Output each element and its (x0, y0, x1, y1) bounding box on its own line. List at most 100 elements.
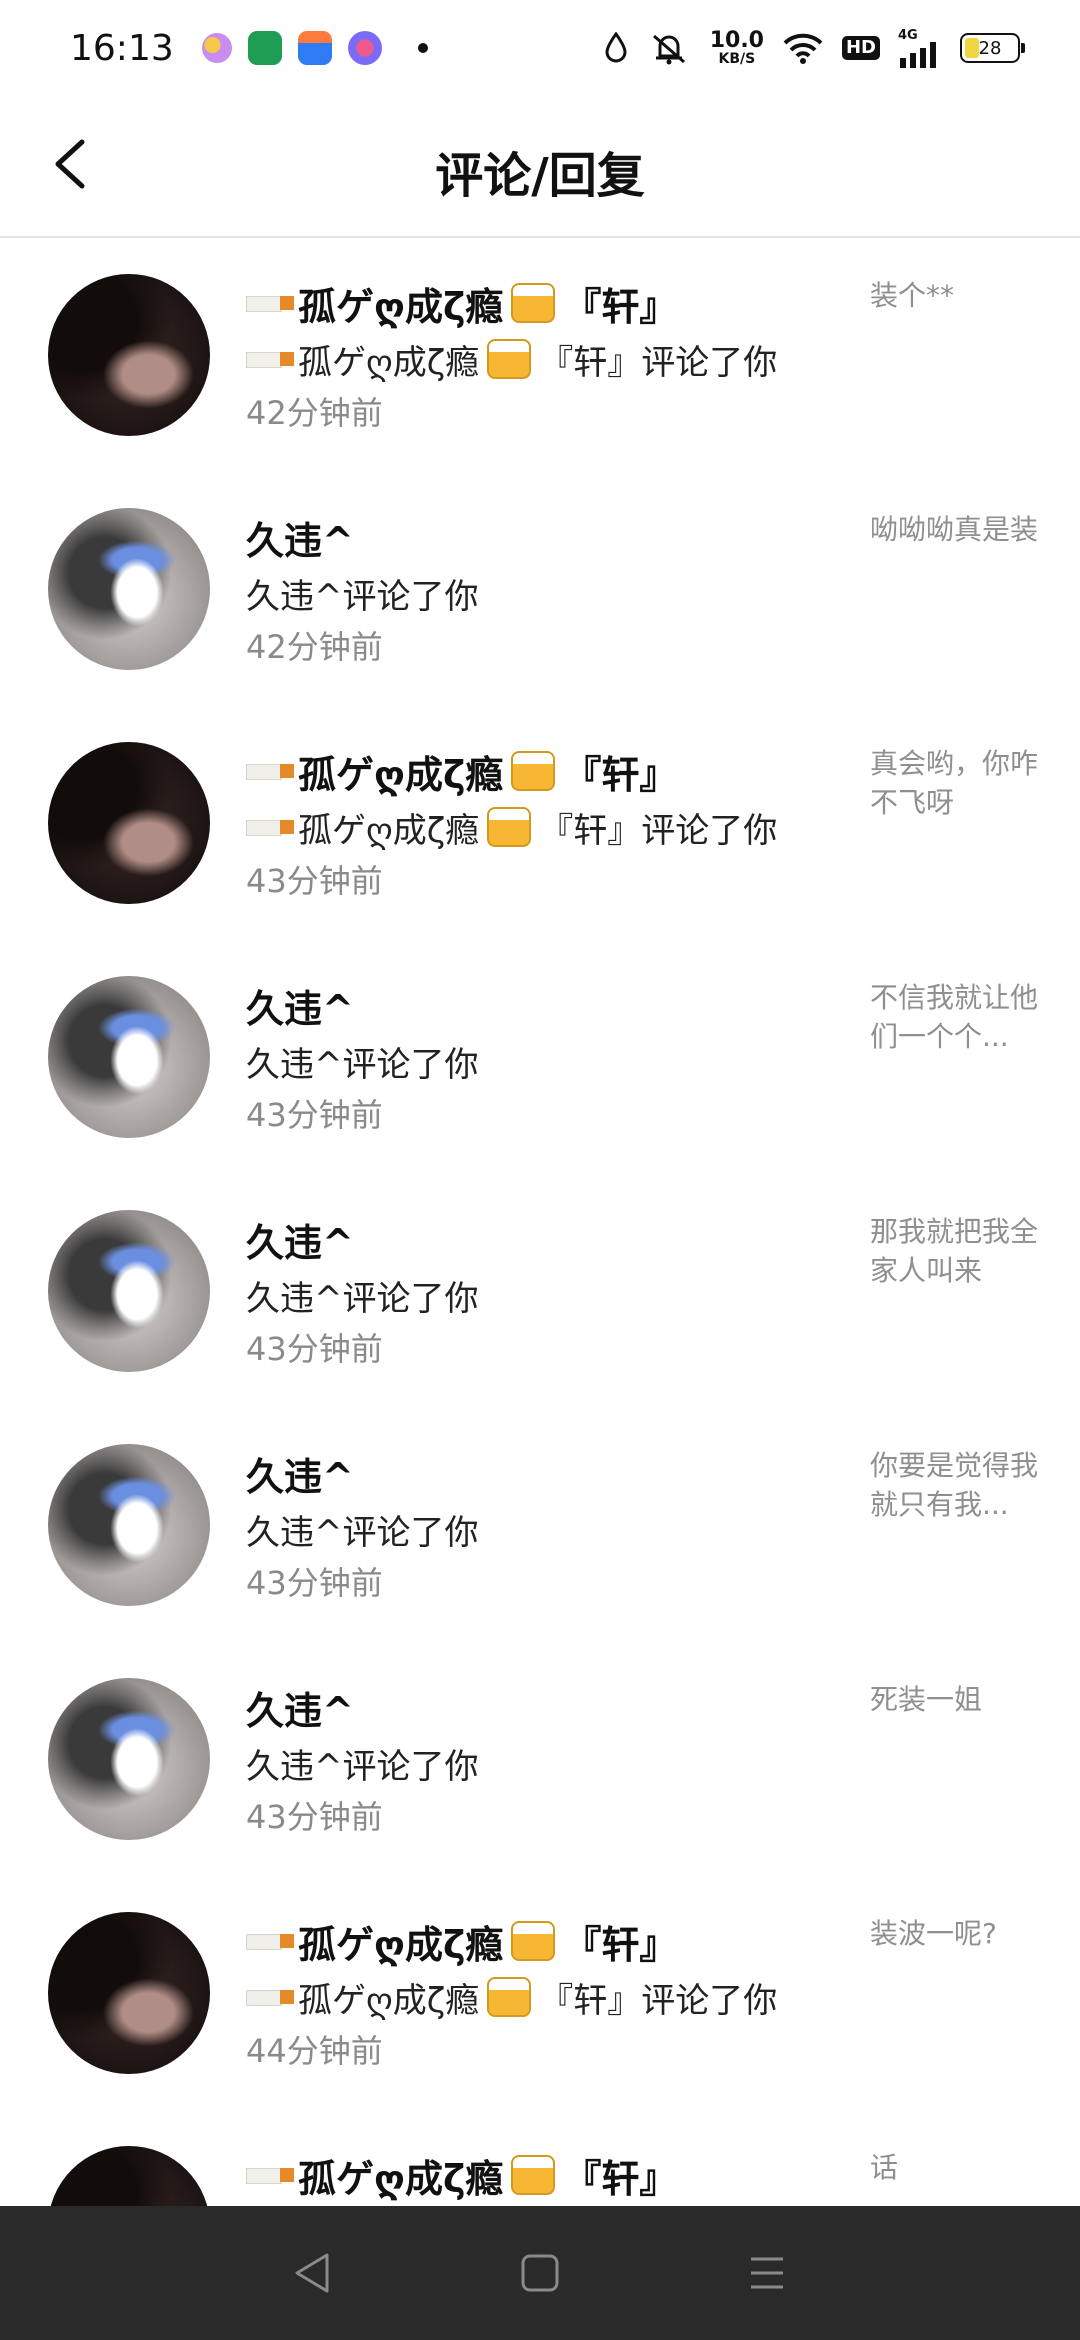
notification-row[interactable]: 久违^ 久违^ 评论了你 42分钟前 呦呦呦真是装 (0, 474, 1080, 708)
user-name: 孤ゲღ成ζ瘾 『轩』 (246, 274, 677, 332)
page-header: 评论/回复 (0, 96, 1080, 238)
oppo-app-icon (247, 31, 282, 65)
hd-voice-badge: HD (841, 36, 880, 60)
user-name-text: 久违^ (246, 986, 354, 1031)
notification-text: 久违^ 评论了你 (246, 1036, 479, 1086)
action-text: 评论了你 (342, 1278, 479, 1319)
comment-preview[interactable]: 装波一呢? (870, 1914, 1040, 1953)
nav-back-icon (295, 2253, 329, 2293)
status-indicators: 10.0 KB/S HD 4G 28 (604, 27, 1025, 68)
action-text: 评论了你 (641, 1980, 778, 2021)
actor-name: 久违^ (246, 1746, 343, 1787)
action-text: 评论了你 (641, 342, 778, 383)
avatar[interactable] (48, 1210, 210, 1372)
beer-emoji-icon (511, 2155, 556, 2195)
actor-name: 孤ゲღ成ζ瘾 (298, 810, 480, 851)
nav-menu-button[interactable] (737, 2243, 797, 2303)
nav-back-button[interactable] (283, 2243, 343, 2303)
timestamp: 43分钟前 (246, 1798, 383, 1836)
action-text: 评论了你 (342, 1746, 479, 1787)
user-name: 久违^ (246, 976, 354, 1034)
network-type: 4G (898, 27, 918, 43)
comment-preview[interactable]: 你要是觉得我就只有我... (870, 1446, 1040, 1524)
water-drop-icon (605, 32, 627, 63)
notification-row[interactable]: 孤ゲღ成ζ瘾 『轩』 孤ゲღ成ζ瘾 『轩』 评论了你 43分钟前 真会哟，你咋不飞呀 (0, 708, 1080, 942)
network-speed-value: 10.0 (709, 28, 764, 53)
user-name: 久违^ (246, 1210, 354, 1268)
user-name: 孤ゲღ成ζ瘾 『轩』 (246, 2146, 677, 2204)
timestamp: 43分钟前 (246, 1096, 383, 1134)
actor-name-suffix: 『轩』 (539, 1980, 642, 2021)
comment-reply-list: 孤ゲღ成ζ瘾 『轩』 孤ゲღ成ζ瘾 『轩』 评论了你 42分钟前 装个** 久违^ 久违^ 评论了… (0, 240, 1080, 2340)
actor-name: 久违^ (246, 1278, 343, 1319)
notification-icons (201, 31, 428, 65)
user-name-text: 孤ゲღ成ζ瘾 (298, 284, 504, 329)
cigarette-emoji-icon (246, 296, 294, 312)
action-text: 评论了你 (342, 1512, 479, 1553)
comment-preview[interactable]: 真会哟，你咋不飞呀 (870, 744, 1040, 822)
actor-name-suffix: 『轩』 (539, 342, 642, 383)
comment-preview[interactable]: 呦呦呦真是装 (870, 510, 1040, 549)
user-name: 久违^ (246, 1444, 354, 1502)
notification-text: 久违^ 评论了你 (246, 568, 479, 618)
wifi-icon (783, 33, 823, 64)
action-text: 评论了你 (641, 810, 778, 851)
cigarette-emoji-icon (246, 1990, 294, 2006)
status-bar: 16:13 10.0 KB/S HD 4G 28 (0, 0, 1080, 96)
actor-name-suffix: 『轩』 (539, 810, 642, 851)
beer-emoji-icon (487, 807, 532, 847)
user-name-suffix: 『轩』 (563, 1922, 678, 1967)
comment-preview[interactable]: 装个** (870, 276, 1040, 315)
avatar[interactable] (48, 508, 210, 670)
actor-name: 孤ゲღ成ζ瘾 (298, 342, 480, 383)
avatar[interactable] (48, 1678, 210, 1840)
network-speed-unit: KB/S (718, 51, 756, 67)
timestamp: 43分钟前 (246, 862, 383, 900)
avatar[interactable] (48, 742, 210, 904)
actor-name: 久违^ (246, 1512, 343, 1553)
notification-row[interactable]: 久违^ 久违^ 评论了你 43分钟前 那我就把我全家人叫来 (0, 1176, 1080, 1410)
avatar[interactable] (48, 1912, 210, 2074)
timestamp: 44分钟前 (246, 2032, 383, 2070)
user-name-text: 久违^ (246, 1688, 354, 1733)
avatar[interactable] (48, 274, 210, 436)
comment-preview[interactable]: 话 (870, 2148, 1040, 2187)
actor-name: 久违^ (246, 576, 343, 617)
cigarette-emoji-icon (246, 820, 294, 836)
comment-preview[interactable]: 不信我就让他们一个个... (870, 978, 1040, 1056)
battery-icon: 28 (960, 33, 1025, 63)
notification-row[interactable]: 孤ゲღ成ζ瘾 『轩』 孤ゲღ成ζ瘾 『轩』 评论了你 44分钟前 装波一呢? (0, 1878, 1080, 2112)
timestamp: 42分钟前 (246, 628, 383, 666)
nav-menu-icon (750, 2257, 783, 2289)
cigarette-emoji-icon (246, 764, 294, 780)
user-name-text: 孤ゲღ成ζ瘾 (298, 752, 504, 797)
avatar[interactable] (48, 976, 210, 1138)
wallet-app-icon (297, 31, 332, 65)
notification-row[interactable]: 久违^ 久违^ 评论了你 43分钟前 你要是觉得我就只有我... (0, 1410, 1080, 1644)
beer-emoji-icon (487, 339, 532, 379)
beer-emoji-icon (511, 1921, 556, 1961)
user-name: 孤ゲღ成ζ瘾 『轩』 (246, 1912, 677, 1970)
avatar[interactable] (48, 1444, 210, 1606)
comment-preview[interactable]: 那我就把我全家人叫来 (870, 1212, 1040, 1290)
notification-row[interactable]: 孤ゲღ成ζ瘾 『轩』 孤ゲღ成ζ瘾 『轩』 评论了你 42分钟前 装个** (0, 240, 1080, 474)
comment-preview[interactable]: 死装一姐 (870, 1680, 1040, 1719)
user-name-text: 久违^ (246, 518, 354, 563)
action-text: 评论了你 (342, 1044, 479, 1085)
user-name: 久违^ (246, 1678, 354, 1736)
notification-text: 孤ゲღ成ζ瘾 『轩』 评论了你 (246, 802, 777, 852)
beer-emoji-icon (487, 1977, 532, 2017)
app-root: 16:13 10.0 KB/S HD 4G 28 评论/回复 孤ゲღ成ζ瘾 『轩… (0, 0, 1080, 2340)
page-title: 评论/回复 (435, 148, 645, 204)
battery-level: 28 (978, 37, 1002, 59)
notification-row[interactable]: 久违^ 久违^ 评论了你 43分钟前 不信我就让他们一个个... (0, 942, 1080, 1176)
user-name-suffix: 『轩』 (563, 284, 678, 329)
more-notifications-dot-icon (417, 43, 428, 53)
notification-text: 久违^ 评论了你 (246, 1738, 479, 1788)
nav-home-button[interactable] (510, 2243, 570, 2303)
cigarette-emoji-icon (246, 1934, 294, 1950)
notification-text: 孤ゲღ成ζ瘾 『轩』 评论了你 (246, 1972, 777, 2022)
timestamp: 42分钟前 (246, 394, 383, 432)
user-name-suffix: 『轩』 (563, 2156, 678, 2201)
notification-row[interactable]: 久违^ 久违^ 评论了你 43分钟前 死装一姐 (0, 1644, 1080, 1878)
